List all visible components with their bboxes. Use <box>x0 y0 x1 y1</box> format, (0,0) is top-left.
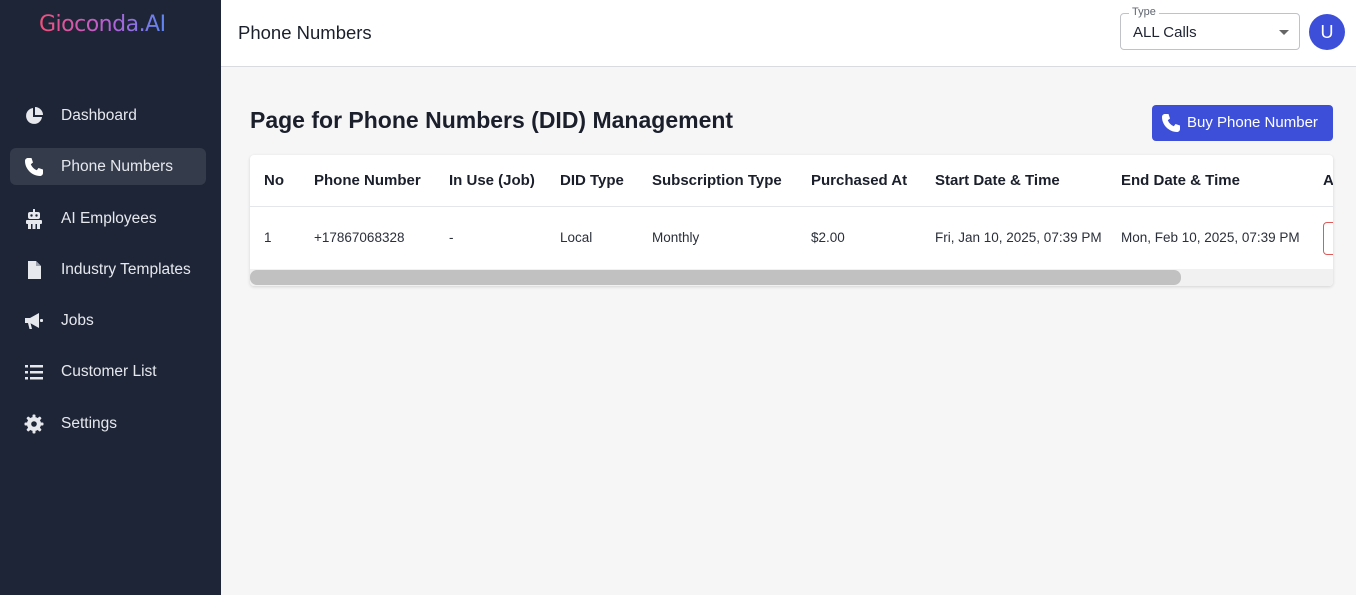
sidebar-item-settings[interactable]: Settings <box>10 405 206 442</box>
app-logo[interactable]: Gioconda.AI <box>39 12 166 37</box>
column-header-did-type[interactable]: DID Type <box>560 172 624 189</box>
pie-chart-icon <box>26 107 43 124</box>
column-header-start-date[interactable]: Start Date & Time <box>935 172 1060 189</box>
type-select-label: Type <box>1129 6 1159 18</box>
column-header-purchased-at[interactable]: Purchased At <box>811 172 907 189</box>
sidebar-item-label: Industry Templates <box>61 261 191 278</box>
sidebar-item-customer-list[interactable]: Customer List <box>10 353 206 390</box>
caret-down-icon <box>1279 30 1289 35</box>
sidebar-item-dashboard[interactable]: Dashboard <box>10 97 206 134</box>
sidebar-item-label: Settings <box>61 415 118 432</box>
sidebar-item-industry-templates[interactable]: Industry Templates <box>10 251 206 288</box>
sidebar-item-label: Phone Numbers <box>61 158 174 175</box>
cell-did-type: Local <box>560 230 593 245</box>
user-avatar[interactable]: U <box>1309 14 1345 50</box>
sidebar-item-label: AI Employees <box>61 210 157 227</box>
buy-phone-number-label: Buy Phone Number <box>1187 114 1318 131</box>
file-icon <box>28 261 41 279</box>
column-header-no[interactable]: No <box>264 172 284 189</box>
column-header-in-use[interactable]: In Use (Job) <box>449 172 535 189</box>
scrollbar-thumb[interactable] <box>250 270 1181 285</box>
type-select[interactable]: Type ALL Calls <box>1120 6 1300 50</box>
type-select-value: ALL Calls <box>1133 24 1197 41</box>
cell-phone-number: +17867068328 <box>314 230 405 245</box>
column-header-action[interactable]: A <box>1323 172 1333 189</box>
sidebar-item-label: Jobs <box>61 312 94 329</box>
sidebar-item-phone-numbers[interactable]: Phone Numbers <box>10 148 206 185</box>
cell-no: 1 <box>264 230 272 245</box>
horizontal-scrollbar[interactable] <box>250 269 1333 286</box>
buy-phone-number-button[interactable]: Buy Phone Number <box>1152 105 1333 141</box>
robot-icon <box>26 209 42 229</box>
list-icon <box>25 365 43 380</box>
column-header-end-date[interactable]: End Date & Time <box>1121 172 1240 189</box>
phone-numbers-table: No Phone Number In Use (Job) DID Type Su… <box>250 155 1333 286</box>
column-header-subscription-type[interactable]: Subscription Type <box>652 172 782 189</box>
gear-icon <box>24 414 44 434</box>
megaphone-icon <box>25 313 43 329</box>
phone-icon <box>1162 114 1180 132</box>
top-bar: Phone Numbers Type ALL Calls U <box>221 0 1356 67</box>
table-header: No Phone Number In Use (Job) DID Type Su… <box>250 155 1333 207</box>
page-heading: Page for Phone Numbers (DID) Management <box>250 107 734 133</box>
sidebar-item-jobs[interactable]: Jobs <box>10 302 206 339</box>
column-header-phone-number[interactable]: Phone Number <box>314 172 421 189</box>
sidebar-item-label: Customer List <box>61 363 157 380</box>
row-action-button[interactable] <box>1323 222 1333 255</box>
sidebar-item-ai-employees[interactable]: AI Employees <box>10 200 206 237</box>
page-title: Phone Numbers <box>238 22 372 43</box>
cell-in-use: - <box>449 230 454 245</box>
cell-start-date: Fri, Jan 10, 2025, 07:39 PM <box>935 230 1102 245</box>
cell-end-date: Mon, Feb 10, 2025, 07:39 PM <box>1121 230 1300 245</box>
cell-purchased-at: $2.00 <box>811 230 845 245</box>
cell-subscription-type: Monthly <box>652 230 700 245</box>
sidebar-item-label: Dashboard <box>61 107 137 124</box>
sidebar: Gioconda.AI Dashboard Phone Numbers AI E… <box>0 0 221 595</box>
table-row: 1 +17867068328 - Local Monthly $2.00 Fri… <box>250 208 1333 270</box>
phone-icon <box>25 158 43 176</box>
